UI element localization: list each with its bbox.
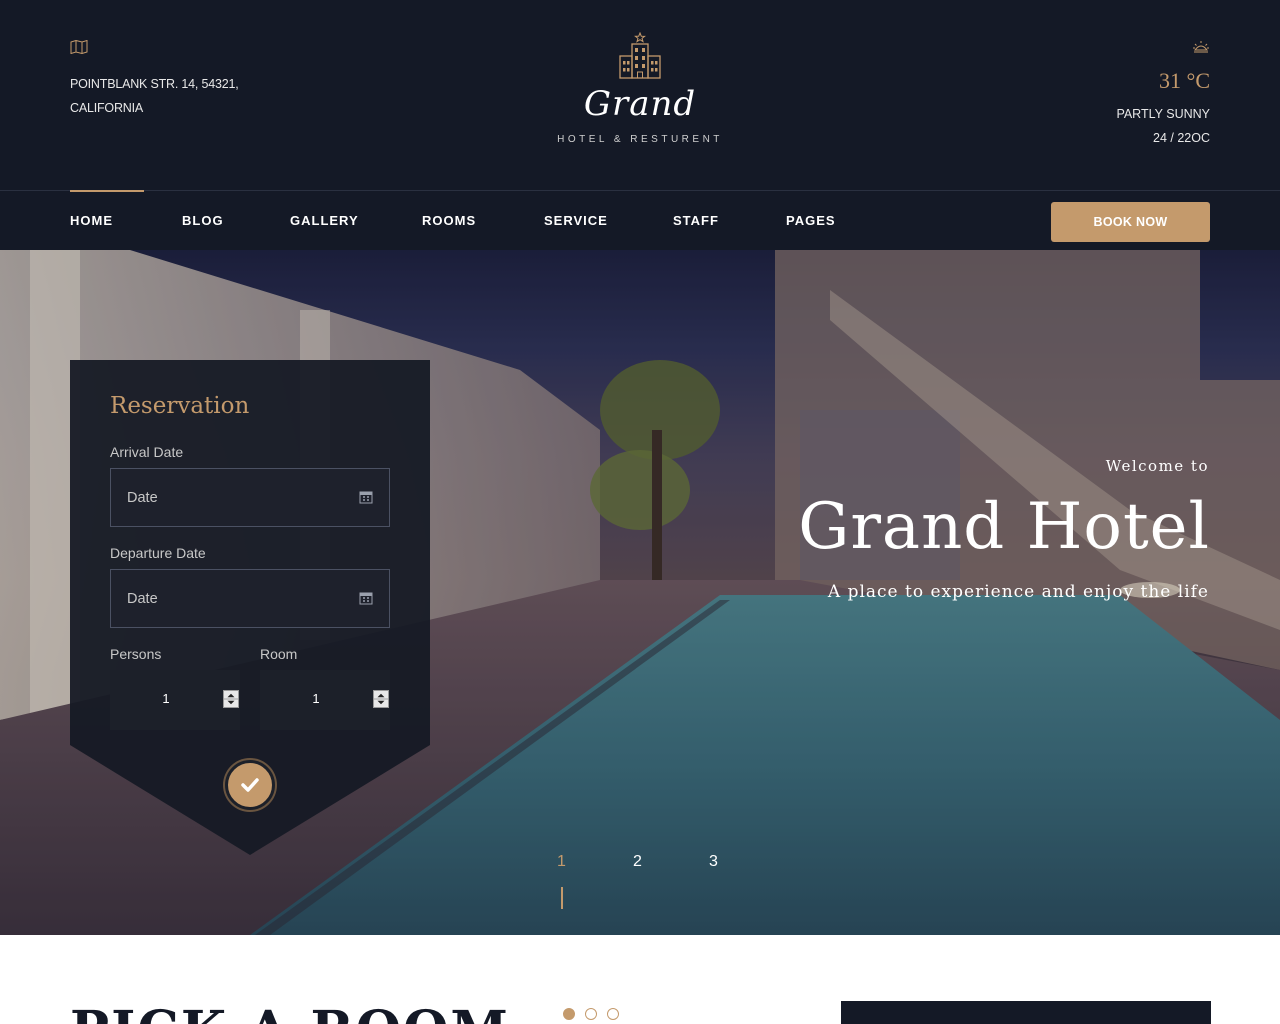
logo-name: Grand: [583, 84, 697, 124]
carousel-dot-2[interactable]: [585, 1008, 597, 1020]
hotel-building-icon: [619, 32, 661, 79]
check-icon: [241, 778, 259, 792]
submit-reservation-button[interactable]: [225, 760, 275, 810]
weather-condition: PARTLY SUNNY: [1116, 107, 1210, 121]
spinner-arrows-icon[interactable]: [223, 690, 239, 708]
arrival-date-label: Arrival Date: [110, 444, 184, 460]
logo-subtitle: HOTEL & RESTURENT: [557, 134, 723, 145]
book-now-button[interactable]: BOOK NOW: [1051, 202, 1210, 242]
persons-label: Persons: [110, 646, 162, 662]
nav-item-rooms[interactable]: ROOMS: [422, 191, 476, 251]
carousel-dot-1[interactable]: [563, 1008, 575, 1020]
departure-date-field[interactable]: Date: [110, 569, 390, 628]
calendar-icon: [359, 491, 373, 504]
reservation-form: Reservation Arrival Date Date Departure …: [70, 360, 430, 855]
slide-indicator-1[interactable]: 1: [557, 853, 566, 871]
spinner-arrows-icon[interactable]: [373, 690, 389, 708]
weather-block: 31 °C PARTLY SUNNY 24 / 22OC: [1116, 40, 1210, 150]
address-line-2: CALIFORNIA: [70, 101, 144, 115]
hero-title: Grand Hotel: [798, 490, 1210, 564]
hero-welcome: Welcome to: [1105, 457, 1209, 475]
calendar-icon: [359, 592, 373, 605]
arrival-date-field[interactable]: Date: [110, 468, 390, 527]
address-block: POINTBLANK STR. 14, 54321, CALIFORNIA: [70, 39, 239, 120]
slide-indicator-2[interactable]: 2: [633, 853, 642, 871]
departure-date-placeholder: Date: [127, 591, 158, 607]
address-line-1: POINTBLANK STR. 14, 54321,: [70, 77, 239, 91]
room-label: Room: [260, 646, 298, 662]
weather-sun-cloud-icon: [1193, 41, 1209, 53]
nav-item-service[interactable]: SERVICE: [544, 191, 608, 251]
nav-item-blog[interactable]: BLOG: [182, 191, 224, 251]
hero-tagline: A place to experience and enjoy the life: [827, 582, 1209, 602]
persons-stepper[interactable]: 1: [110, 670, 240, 730]
nav-item-pages[interactable]: PAGES: [786, 191, 836, 251]
persons-value: 1: [162, 691, 170, 706]
temperature: 31 °C: [1159, 68, 1210, 93]
nav-item-gallery[interactable]: GALLERY: [290, 191, 359, 251]
room-card-preview: [841, 1001, 1211, 1024]
active-slide-marker: [561, 887, 563, 909]
main-nav: HOME BLOG GALLERY ROOMS SERVICE STAFF PA…: [0, 190, 1280, 250]
temperature-range: 24 / 22OC: [1153, 131, 1210, 145]
slide-indicator-3[interactable]: 3: [709, 853, 718, 871]
nav-item-staff[interactable]: STAFF: [673, 191, 719, 251]
site-header: POINTBLANK STR. 14, 54321, CALIFORNIA Gr…: [0, 0, 1280, 190]
departure-date-label: Departure Date: [110, 545, 206, 561]
room-stepper[interactable]: 1: [260, 670, 390, 730]
section-title: PICK A ROOM: [70, 1000, 510, 1024]
nav-item-home[interactable]: HOME: [70, 190, 144, 251]
reservation-title: Reservation: [110, 393, 250, 419]
map-icon: [70, 39, 88, 55]
carousel-dot-3[interactable]: [607, 1008, 619, 1020]
room-value: 1: [312, 691, 320, 706]
site-logo[interactable]: Grand HOTEL & RESTURENT: [540, 32, 740, 145]
arrival-date-placeholder: Date: [127, 490, 158, 506]
